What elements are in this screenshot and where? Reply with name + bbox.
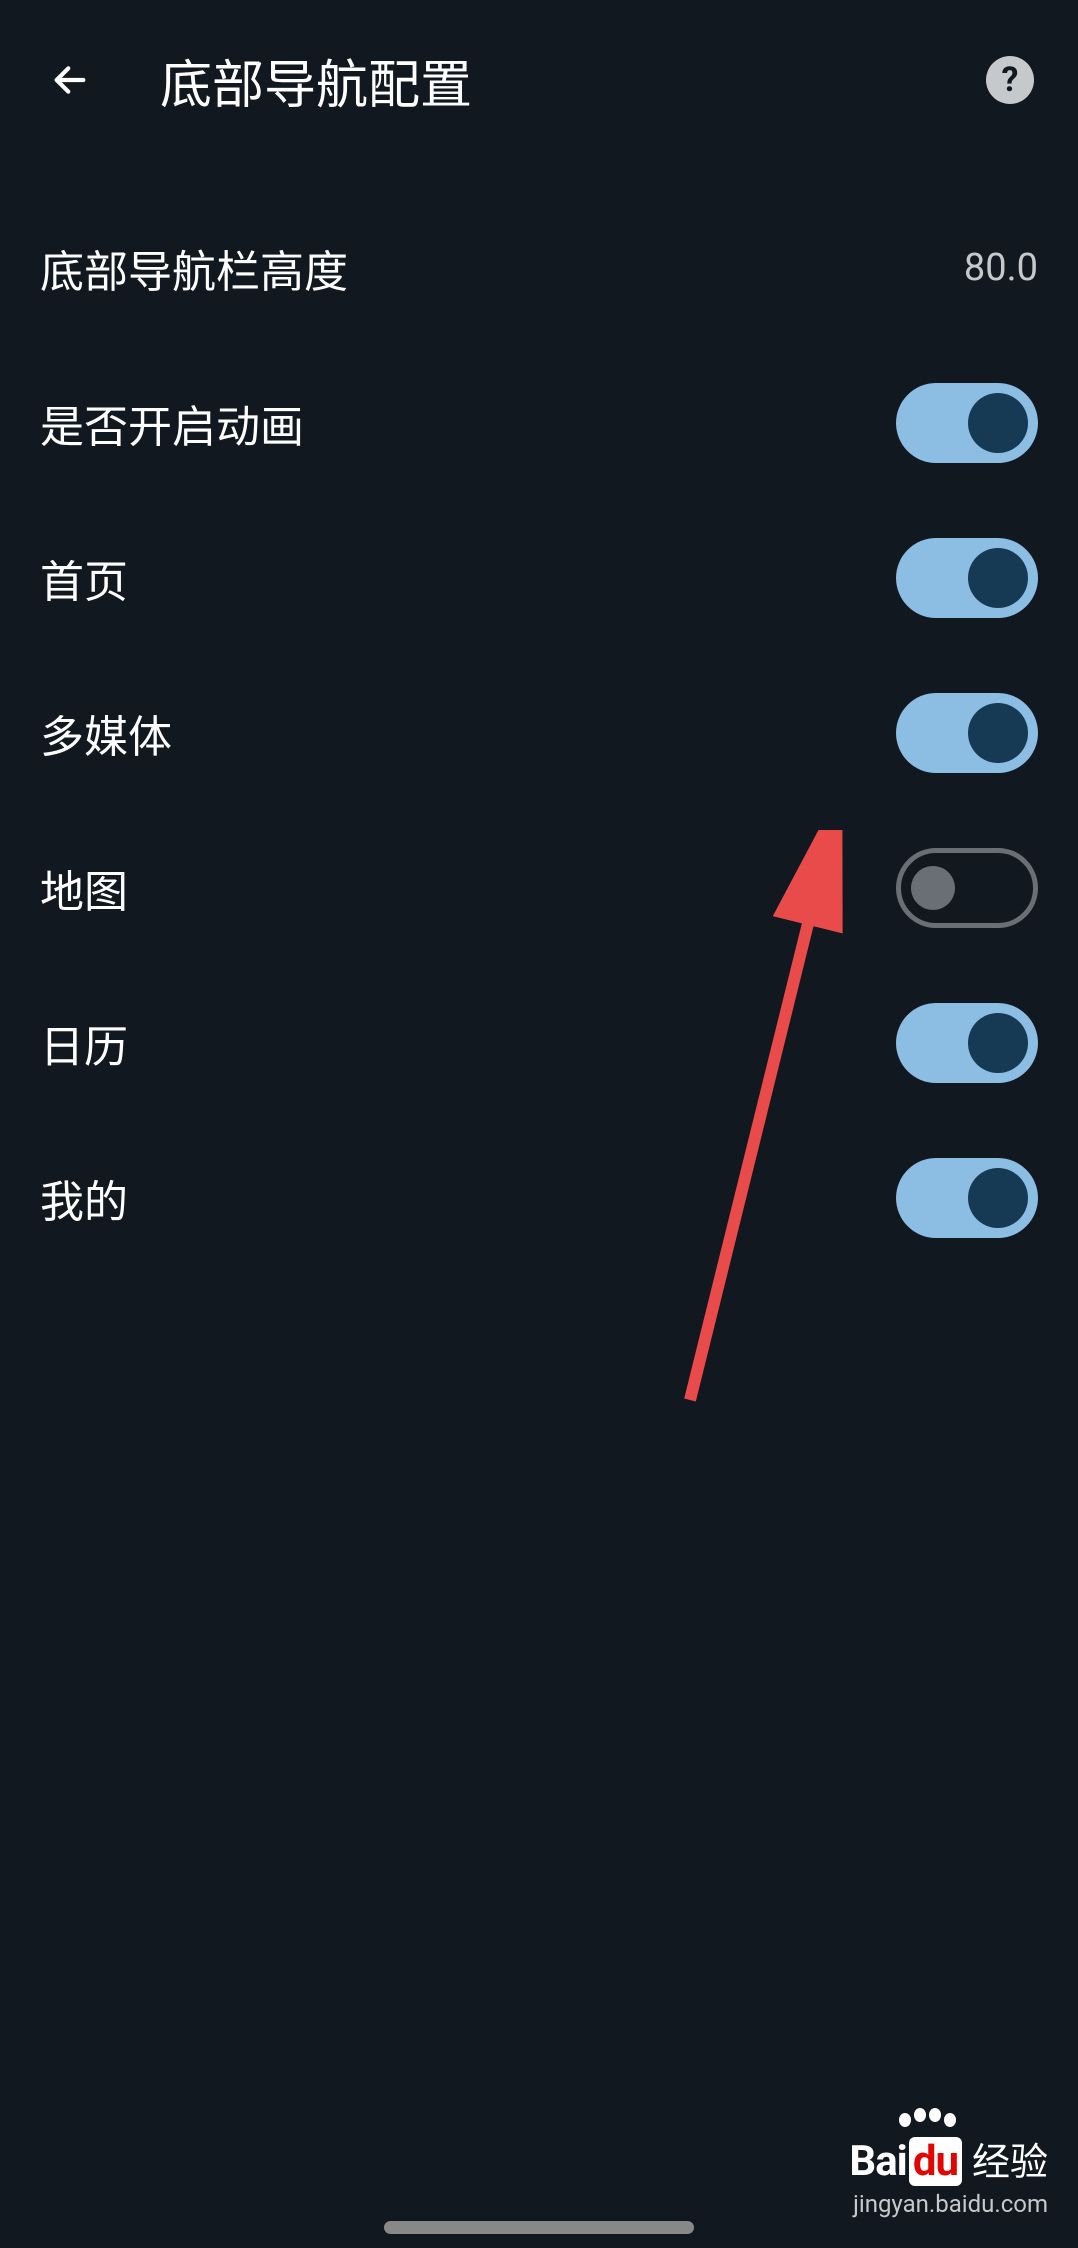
setting-label: 首页 <box>40 546 128 610</box>
toggle-map[interactable] <box>896 848 1038 928</box>
toggle-multimedia[interactable] <box>896 693 1038 773</box>
setting-home: 首页 <box>40 500 1038 655</box>
toggle-thumb <box>968 393 1028 453</box>
toggle-home[interactable] <box>896 538 1038 618</box>
setting-label: 底部导航栏高度 <box>40 236 348 300</box>
setting-nav-height[interactable]: 底部导航栏高度 80.0 <box>40 190 1038 345</box>
watermark: Baidu 经验 jingyan.baidu.com <box>849 2131 1048 2218</box>
watermark-url: jingyan.baidu.com <box>849 2190 1048 2218</box>
setting-calendar: 日历 <box>40 965 1038 1120</box>
home-indicator[interactable] <box>384 2221 694 2234</box>
setting-label: 是否开启动画 <box>40 391 304 455</box>
toggle-thumb <box>968 1013 1028 1073</box>
setting-animation: 是否开启动画 <box>40 345 1038 500</box>
watermark-suffix: 经验 <box>972 2131 1048 2186</box>
setting-label: 日历 <box>40 1011 128 1075</box>
toggle-animation[interactable] <box>896 383 1038 463</box>
setting-multimedia: 多媒体 <box>40 655 1038 810</box>
help-button[interactable]: ? <box>982 52 1038 108</box>
page-title: 底部导航配置 <box>160 43 982 118</box>
watermark-logo-text: Baidu <box>849 2137 964 2186</box>
toggle-thumb <box>968 1168 1028 1228</box>
setting-value: 80.0 <box>964 246 1038 290</box>
setting-label: 多媒体 <box>40 701 172 765</box>
setting-label: 我的 <box>40 1166 128 1230</box>
setting-mine: 我的 <box>40 1120 1038 1275</box>
toggle-mine[interactable] <box>896 1158 1038 1238</box>
setting-map: 地图 <box>40 810 1038 965</box>
arrow-left-icon <box>50 60 90 100</box>
question-mark-icon: ? <box>986 56 1034 104</box>
setting-label: 地图 <box>40 856 128 920</box>
toggle-thumb <box>911 866 955 910</box>
toggle-thumb <box>968 548 1028 608</box>
back-button[interactable] <box>40 50 100 110</box>
toggle-thumb <box>968 703 1028 763</box>
toggle-calendar[interactable] <box>896 1003 1038 1083</box>
